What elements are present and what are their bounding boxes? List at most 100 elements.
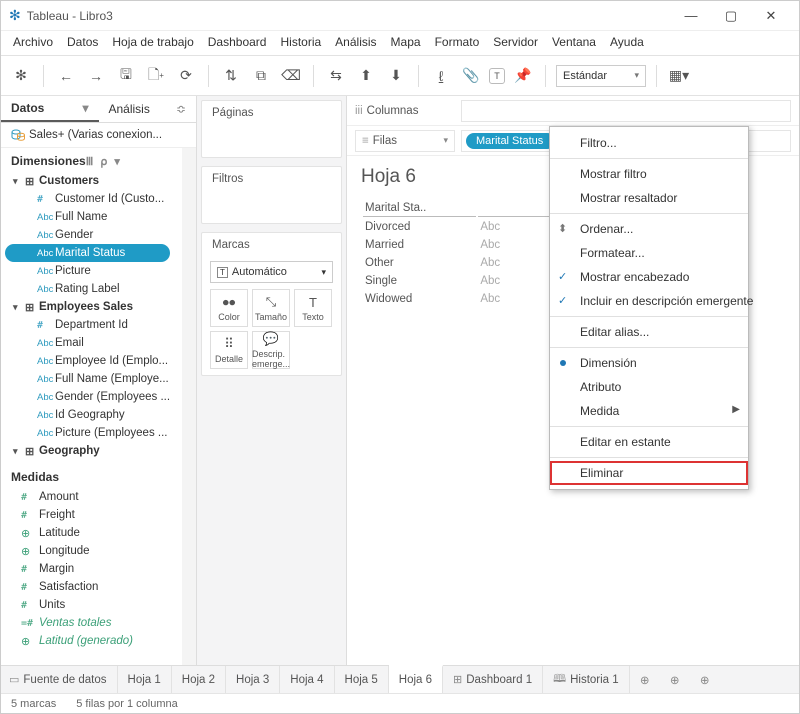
menu-item-editar-en-estante[interactable]: Editar en estante [550, 430, 748, 454]
field-customer-id-custo-[interactable]: #Customer Id (Custo... [5, 190, 196, 208]
scrollbar[interactable] [182, 148, 196, 665]
field-picture-employees-[interactable]: AbcPicture (Employees ... [5, 424, 196, 442]
menu-mapa[interactable]: Mapa [391, 35, 421, 49]
tab-hoja-6[interactable]: Hoja 6 [389, 665, 443, 693]
filters-shelf[interactable]: Filtros [201, 166, 342, 224]
field-id-geography[interactable]: AbcId Geography [5, 406, 196, 424]
show-me-button[interactable]: ▦▾ [667, 64, 691, 88]
menu-item-eliminar[interactable]: Eliminar [550, 461, 748, 485]
table-row[interactable]: OtherAbc [363, 255, 550, 271]
new-tab-button-2[interactable]: ⊕ [690, 666, 720, 693]
measure-latitud-generado-[interactable]: ⊕Latitud (generado) [5, 632, 196, 650]
mark-tama-o[interactable]: ⤡Tamaño [252, 289, 290, 327]
table-row[interactable]: WidowedAbc [363, 291, 550, 307]
measure-ventas-totales[interactable]: =#Ventas totales [5, 614, 196, 632]
save-button[interactable]: 🖫 [114, 64, 138, 88]
group-button[interactable]: 📎 [459, 64, 483, 88]
tab-hoja-5[interactable]: Hoja 5 [335, 666, 389, 693]
group-geography[interactable]: ▾⊞ Geography [5, 442, 196, 460]
tab-hoja-3[interactable]: Hoja 3 [226, 666, 280, 693]
menu-item-mostrar-resaltador[interactable]: Mostrar resaltador [550, 186, 748, 210]
new-tab-button-1[interactable]: ⊕ [660, 666, 690, 693]
pin-button[interactable]: 📌 [511, 64, 535, 88]
field-email[interactable]: AbcEmail [5, 334, 196, 352]
new-tab-button-0[interactable]: ⊕ [630, 666, 660, 693]
menu-item-formatear-[interactable]: Formatear... [550, 241, 748, 265]
field-full-name[interactable]: AbcFull Name [5, 208, 196, 226]
measure-longitude[interactable]: ⊕Longitude [5, 542, 196, 560]
close-button[interactable]: ✕ [751, 8, 791, 24]
group-customers[interactable]: ▾⊞ Customers [5, 172, 196, 190]
rows-pill[interactable]: Marital Status [466, 133, 555, 149]
menu-item-mostrar-filtro[interactable]: Mostrar filtro [550, 162, 748, 186]
field-rating-label[interactable]: AbcRating Label [5, 280, 196, 298]
tab-data[interactable]: Datos▾ [1, 96, 99, 122]
menu-hoja de trabajo[interactable]: Hoja de trabajo [112, 35, 193, 49]
field-full-name-employe-[interactable]: AbcFull Name (Employe... [5, 370, 196, 388]
measure-units[interactable]: #Units [5, 596, 196, 614]
menu-servidor[interactable]: Servidor [493, 35, 538, 49]
measure-satisfaction[interactable]: #Satisfaction [5, 578, 196, 596]
menu-formato[interactable]: Formato [435, 35, 480, 49]
tab-hoja-4[interactable]: Hoja 4 [280, 666, 334, 693]
menu-item-incluir-en-descripci-n-emergente[interactable]: ✓Incluir en descripción emergente [550, 289, 748, 313]
field-marital-status[interactable]: AbcMarital Status [5, 244, 170, 262]
menu-item-ordenar-[interactable]: ⬍Ordenar... [550, 217, 748, 241]
forward-button[interactable]: → [84, 64, 108, 88]
measure-amount[interactable]: #Amount [5, 488, 196, 506]
measure-freight[interactable]: #Freight [5, 506, 196, 524]
field-employee-id-emplo-[interactable]: AbcEmployee Id (Emplo... [5, 352, 196, 370]
menu-item-filtro-[interactable]: Filtro... [550, 131, 748, 155]
viz-header[interactable]: Marital Sta.. [363, 200, 476, 217]
swap-button[interactable]: ⇆ [324, 64, 348, 88]
marks-type-selector[interactable]: TAutomático [210, 261, 333, 283]
new-datasource-button[interactable]: 🗋+ [144, 64, 168, 88]
menu-historia[interactable]: Historia [280, 35, 321, 49]
field-gender[interactable]: AbcGender [5, 226, 196, 244]
datasource-item[interactable]: Sales+ (Varias conexion... [1, 123, 196, 148]
sort-asc-button[interactable]: ⬆ [354, 64, 378, 88]
menu-item-atributo[interactable]: Atributo [550, 375, 748, 399]
mark-texto[interactable]: TTexto [294, 289, 332, 327]
menu-item-dimensi-n[interactable]: Dimensión [550, 351, 748, 375]
tab-analysis[interactable]: Análisis≎ [99, 96, 197, 122]
menu-item-editar-alias-[interactable]: Editar alias... [550, 320, 748, 344]
table-row[interactable]: DivorcedAbc [363, 219, 550, 235]
menu-item-mostrar-encabezado[interactable]: ✓Mostrar encabezado [550, 265, 748, 289]
tab-story[interactable]: 🕮Historia 1 [543, 666, 630, 693]
tab-datasource[interactable]: ▭Fuente de datos [1, 666, 118, 693]
tableau-icon[interactable]: ✻ [9, 64, 33, 88]
tab-hoja-1[interactable]: Hoja 1 [118, 666, 172, 693]
menu-análisis[interactable]: Análisis [335, 35, 376, 49]
menu-ayuda[interactable]: Ayuda [610, 35, 644, 49]
mark-detalle[interactable]: ⠿Detalle [210, 331, 248, 369]
sort-desc-button[interactable]: ⬇ [384, 64, 408, 88]
menu-ventana[interactable]: Ventana [552, 35, 596, 49]
tab-dashboard[interactable]: ⊞Dashboard 1 [443, 666, 543, 693]
field-gender-employees-[interactable]: AbcGender (Employees ... [5, 388, 196, 406]
menu-dashboard[interactable]: Dashboard [208, 35, 267, 49]
field-department-id[interactable]: #Department Id [5, 316, 196, 334]
menu-archivo[interactable]: Archivo [13, 35, 53, 49]
label-button[interactable]: T [489, 68, 505, 84]
mark-color[interactable]: ⦁⦁Color [210, 289, 248, 327]
mark-descrip-emerge-[interactable]: 💬Descrip. emerge... [252, 331, 290, 369]
columns-shelf[interactable]: iiiColumnas [347, 96, 799, 126]
minimize-button[interactable]: — [671, 8, 711, 23]
clear-sheet-button[interactable]: ⌫ [279, 64, 303, 88]
menu-item-medida[interactable]: Medida▶ [550, 399, 748, 423]
refresh-button[interactable]: ⟳ [174, 64, 198, 88]
menu-datos[interactable]: Datos [67, 35, 98, 49]
field-picture[interactable]: AbcPicture [5, 262, 196, 280]
group-employees-sales[interactable]: ▾⊞ Employees Sales [5, 298, 196, 316]
table-row[interactable]: MarriedAbc [363, 237, 550, 253]
tab-hoja-2[interactable]: Hoja 2 [172, 666, 226, 693]
back-button[interactable]: ← [54, 64, 78, 88]
new-sheet-button[interactable]: ⇅ [219, 64, 243, 88]
duplicate-sheet-button[interactable]: ⧉ [249, 64, 273, 88]
table-row[interactable]: SingleAbc [363, 273, 550, 289]
maximize-button[interactable]: ▢ [711, 8, 751, 24]
fit-selector[interactable]: Estándar [556, 65, 646, 87]
measure-margin[interactable]: #Margin [5, 560, 196, 578]
measure-latitude[interactable]: ⊕Latitude [5, 524, 196, 542]
